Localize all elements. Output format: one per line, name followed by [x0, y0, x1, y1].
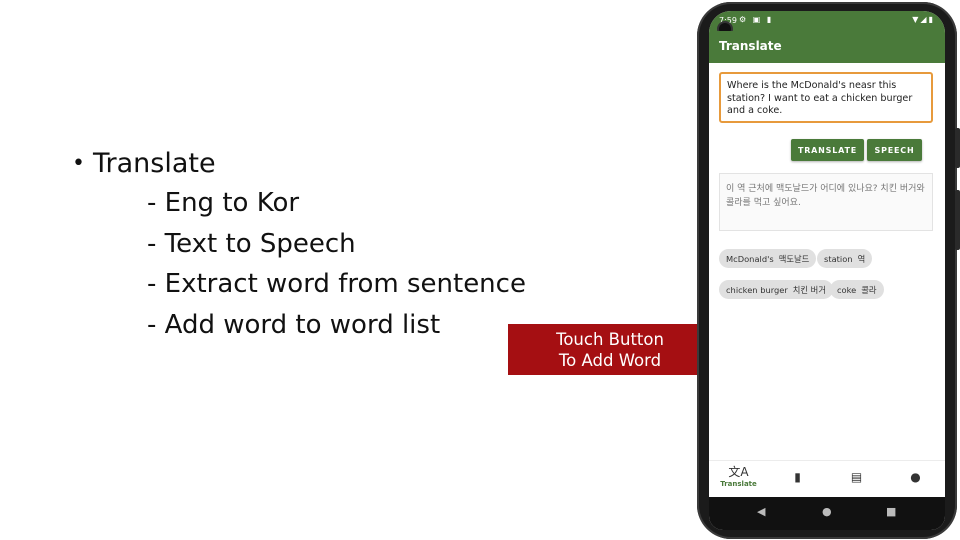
status-signal-battery-icons: ▼◢▮	[912, 15, 935, 24]
system-navigation-bar: ◀ ● ■	[709, 497, 945, 530]
nav-translate[interactable]: 文A Translate	[709, 465, 768, 488]
bullet-dot: •	[72, 150, 85, 176]
chip-en: station	[824, 253, 853, 264]
callout-box: Touch Button To Add Word	[508, 324, 712, 375]
app-title: Translate	[719, 39, 782, 53]
bottom-navigation: 文A Translate ▮ ▤ ●	[709, 460, 945, 498]
chip-en: chicken burger	[726, 284, 788, 295]
back-icon[interactable]: ◀	[757, 505, 765, 518]
book-icon: ▮	[794, 470, 801, 484]
nav-chat[interactable]: ▤	[827, 470, 886, 484]
chip-ko: 맥도날드	[778, 253, 810, 264]
callout-line-2: To Add Word	[558, 350, 662, 370]
source-text-input[interactable]: Where is the McDonald's neasr this stati…	[719, 72, 933, 123]
bullet-translate: • Translate	[72, 143, 526, 183]
app-bar: Translate	[709, 31, 945, 63]
nav-label: Translate	[720, 480, 757, 488]
bullet-label: Translate	[92, 147, 216, 179]
recents-icon[interactable]: ■	[886, 505, 896, 518]
translate-button[interactable]: TRANSLATE	[791, 139, 864, 161]
nav-profile[interactable]: ●	[886, 470, 945, 484]
status-bar: 7:59 ⚙ ▣ ▮ ▼◢▮	[709, 11, 945, 31]
nav-wordbook[interactable]: ▮	[768, 470, 827, 484]
chip-ko: 콜라	[861, 284, 877, 295]
person-icon: ●	[910, 470, 921, 484]
sub-item-text-to-speech: - Text to Speech	[147, 228, 356, 259]
chip-ko: 역	[857, 253, 866, 264]
translation-output: 이 역 근처에 맥도날드가 어디에 있나요? 치킨 버거와 콜라를 먹고 싶어요…	[719, 173, 933, 231]
word-chip-coke[interactable]: coke 콜라	[830, 280, 884, 299]
chip-en: McDonald's	[726, 253, 774, 264]
word-chip-station[interactable]: station 역	[817, 249, 873, 268]
word-chip-mcdonalds[interactable]: McDonald's 맥도날드	[719, 249, 817, 268]
speech-button[interactable]: SPEECH	[867, 139, 922, 161]
chip-ko: 치킨 버거	[792, 284, 826, 295]
phone-screen: 7:59 ⚙ ▣ ▮ ▼◢▮ Translate Where is the Mc…	[709, 11, 945, 530]
status-notification-icons: ⚙ ▣ ▮	[739, 15, 774, 24]
sub-item-eng-to-kor: - Eng to Kor	[147, 188, 300, 218]
sub-item-extract-word: - Extract word from sentence	[147, 269, 526, 299]
home-icon[interactable]: ●	[822, 505, 832, 518]
chat-icon: ▤	[850, 470, 863, 484]
chip-en: coke	[837, 284, 857, 295]
translate-icon: 文A	[728, 465, 749, 479]
volume-button	[955, 190, 960, 250]
slide-bullet-list: • Translate - Eng to Kor - Text to Speec…	[72, 143, 526, 345]
power-button	[955, 128, 960, 168]
sub-item-add-word: - Add word to word list	[147, 309, 441, 340]
callout-line-1: Touch Button	[556, 329, 664, 349]
word-chip-chicken-burger[interactable]: chicken burger 치킨 버거	[719, 280, 833, 299]
